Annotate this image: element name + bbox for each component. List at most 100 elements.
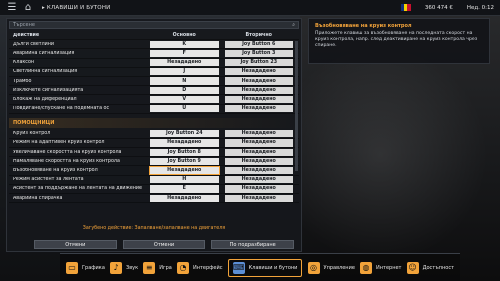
default-button[interactable]: По подразбиране — [211, 240, 295, 249]
bindings-panel: Търсене ⌕ Действие Основно Вторично Дълг… — [6, 18, 302, 252]
secondary-binding-button[interactable]: Незададено — [224, 139, 293, 147]
binding-row-selected[interactable]: Възобновяване на круиз контрол Незададен… — [9, 165, 299, 176]
money-display: 360 474 € — [424, 4, 453, 11]
binding-name: Увеличаване скоростта на круиз контрола — [13, 149, 122, 155]
binding-row[interactable]: Режим асистент за лентата H Незададено — [9, 176, 299, 185]
primary-binding-button[interactable]: U — [150, 105, 219, 113]
binding-name: Режим асистент за лентата — [13, 177, 84, 183]
secondary-binding-button[interactable]: Незададено — [224, 176, 293, 184]
secondary-binding-button[interactable]: Незададено — [224, 77, 293, 85]
breadcrumb: ▸ КЛАВИШИ И БУТОНИ — [42, 5, 110, 11]
binding-name: Клаксон — [13, 60, 35, 66]
binding-row[interactable]: Светлинна сигнализация J Незададено — [9, 68, 299, 77]
primary-binding-button[interactable]: Joy Button 24 — [150, 130, 219, 138]
binding-row[interactable]: Блокаж на диференциал V Незададено — [9, 95, 299, 105]
tab-label: Управление — [323, 264, 355, 271]
status-display: Нед. 0:12 — [466, 4, 494, 11]
primary-binding-button[interactable]: Joy Button 8 — [150, 148, 219, 156]
binding-row[interactable]: Асистент за поддържане на лентата на дви… — [9, 185, 299, 194]
tab-sound[interactable]: ♪ Звук — [110, 261, 138, 274]
primary-binding-button[interactable]: D — [150, 86, 219, 94]
binding-name: Дълги светлини — [13, 41, 55, 47]
binding-name: Круиз контрол — [13, 131, 51, 137]
cancel-button[interactable]: Отмени — [34, 240, 117, 249]
tab-label: Интерфейс — [192, 264, 223, 271]
secondary-binding-button[interactable]: Незададено — [224, 68, 293, 76]
binding-name: Асистент за поддържане на лентата на дви… — [13, 186, 142, 192]
secondary-binding-button[interactable]: Незададено — [224, 185, 293, 193]
tab-internet[interactable]: ◍ Интернет — [360, 261, 402, 274]
binding-row[interactable]: Изключете сигнализацията D Незададено — [9, 86, 299, 96]
binding-row[interactable]: Аварийна сигнализация F Joy Button 3 — [9, 49, 299, 59]
primary-binding-button[interactable]: Незададено — [150, 59, 219, 67]
binding-row[interactable]: Круиз контрол Joy Button 24 Незададено — [9, 130, 299, 139]
romania-flag-icon — [400, 4, 411, 11]
tab-label: Достъпност — [422, 264, 454, 271]
lost-action-note: Загубено действие: Запалване/запалване н… — [82, 226, 226, 231]
binding-name: Режим на адаптивен круиз контрол — [13, 140, 105, 146]
binding-row[interactable]: Намаляване скоростта на круиз контрола J… — [9, 157, 299, 167]
binding-name: Възобновяване на круиз контрол — [13, 168, 98, 174]
primary-binding-button[interactable]: H — [150, 176, 219, 184]
top-bar: ☰ ⌂ ▸ КЛАВИШИ И БУТОНИ 360 474 € Нед. 0:… — [0, 0, 500, 16]
tab-accessibility[interactable]: ☺ Достъпност — [406, 261, 454, 274]
primary-binding-button[interactable]: N — [150, 77, 219, 85]
primary-binding-button[interactable]: F — [150, 49, 219, 58]
list-header: Действие Основно Вторично — [9, 31, 299, 41]
top-right: 360 474 € Нед. 0:12 — [400, 4, 494, 11]
secondary-binding-button[interactable]: Незададено — [224, 157, 293, 165]
info-panel: Възобновяване на круиз контрол Приложете… — [308, 18, 490, 64]
revert-button[interactable]: Отмени — [122, 240, 206, 249]
binding-row[interactable]: Режим на адаптивен круиз контрол Незадад… — [9, 139, 299, 149]
tab-interface[interactable]: ◔ Интерфейс — [176, 261, 223, 274]
scrollbar[interactable] — [295, 41, 298, 171]
binding-name: Аварийна спирачка — [13, 195, 63, 201]
tab-keys-buttons[interactable]: ⌨ Клавиши и бутони — [227, 258, 303, 277]
tab-controls[interactable]: ◎ Управление — [307, 261, 355, 274]
secondary-binding-button[interactable]: Незададено — [224, 148, 293, 156]
primary-binding-button[interactable]: Joy Button 9 — [150, 157, 219, 165]
secondary-binding-button[interactable]: Незададено — [224, 95, 293, 103]
display-icon: ▭ — [66, 261, 78, 274]
search-input[interactable]: Търсене ⌕ — [9, 21, 299, 29]
primary-binding-button[interactable]: Незададено — [150, 139, 219, 147]
binding-row[interactable]: Аварийна спирачка Незададено Незададено — [9, 194, 299, 204]
speaker-icon: ♪ — [110, 261, 123, 274]
secondary-binding-button[interactable]: Незададено — [224, 166, 293, 175]
binding-name: Блокаж на диференциал — [13, 96, 77, 102]
binding-row[interactable]: Трамбо N Незададено — [9, 77, 299, 87]
secondary-binding-button[interactable]: Незададено — [224, 105, 293, 113]
sliders-icon: ≡ — [143, 261, 156, 274]
primary-binding-button[interactable]: K — [150, 40, 219, 48]
secondary-binding-button[interactable]: Незададено — [224, 130, 293, 138]
primary-binding-button[interactable]: J — [150, 68, 219, 76]
page-title: КЛАВИШИ И БУТОНИ — [46, 4, 111, 11]
binding-row[interactable]: Повдигане/спускане на подемната ос U Нез… — [9, 105, 299, 114]
secondary-binding-button[interactable]: Joy Button 6 — [224, 40, 293, 48]
binding-name: Трамбо — [13, 78, 32, 84]
settings-tabbar: ▭ Графика ♪ Звук ≡ Игра ◔ Интерфейс ⌨ Кл… — [60, 253, 460, 281]
header-secondary: Вторично — [245, 32, 272, 38]
tab-graphics[interactable]: ▭ Графика — [66, 261, 105, 274]
home-icon[interactable]: ⌂ — [22, 2, 34, 14]
action-buttons: Отмени Отмени По подразбиране — [34, 240, 295, 249]
tab-label: Игра — [159, 264, 172, 271]
secondary-binding-button[interactable]: Joy Button 3 — [224, 49, 293, 58]
globe-icon: ◍ — [360, 261, 373, 274]
secondary-binding-button[interactable]: Joy Button 23 — [224, 59, 293, 67]
tab-label: Интернет — [376, 264, 402, 271]
binding-row[interactable]: Увеличаване скоростта на круиз контрола … — [9, 148, 299, 158]
binding-list: Действие Основно Вторично Дълги светлини… — [9, 31, 299, 251]
secondary-binding-button[interactable]: Незададено — [224, 194, 293, 202]
tab-game[interactable]: ≡ Игра — [143, 261, 172, 274]
primary-binding-button[interactable]: Незададено — [150, 194, 219, 202]
binding-row[interactable]: Клаксон Незададено Joy Button 23 — [9, 59, 299, 68]
binding-name: Аварийна сигнализация — [13, 50, 75, 56]
binding-name: Повдигане/спускане на подемната ос — [13, 106, 110, 112]
primary-binding-button[interactable]: E — [150, 185, 219, 193]
secondary-binding-button[interactable]: Незададено — [224, 86, 293, 94]
primary-binding-button[interactable]: Незададено — [149, 165, 220, 176]
primary-binding-button[interactable]: V — [150, 95, 219, 103]
binding-row[interactable]: Дълги светлини K Joy Button 6 — [9, 40, 299, 50]
menu-icon[interactable]: ☰ — [6, 2, 18, 14]
